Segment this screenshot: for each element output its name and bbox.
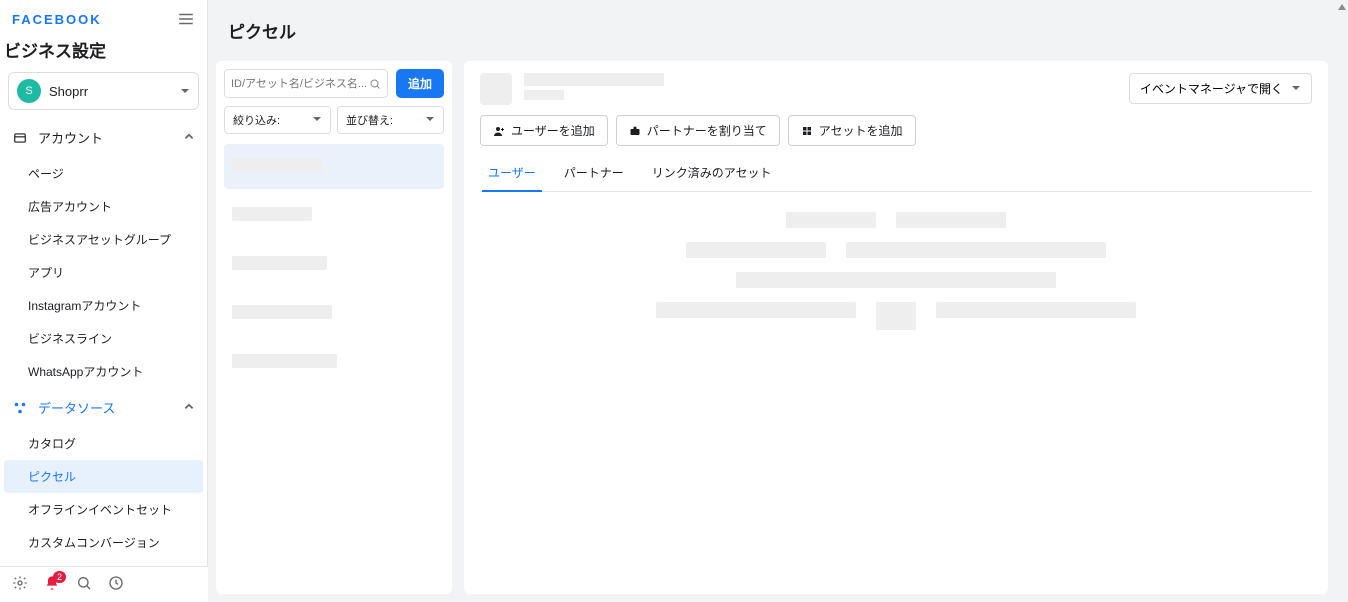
caret-down-icon — [312, 114, 322, 127]
accounts-icon — [12, 131, 28, 145]
sidebar-footer: 2 — [0, 566, 208, 602]
sidebar: FACEBOOK ビジネス設定 S Shoprr アカウント ページ 広告アカウ… — [0, 0, 208, 602]
section-accounts-label: アカウント — [38, 128, 183, 147]
facebook-logo: FACEBOOK — [12, 12, 195, 27]
search-icon[interactable] — [76, 575, 92, 594]
sidebar-item-business-lines[interactable]: ビジネスライン — [0, 322, 207, 355]
section-datasources-label: データソース — [38, 398, 183, 417]
list-item[interactable] — [224, 242, 444, 287]
assign-partners-button[interactable]: パートナーを割り当て — [616, 115, 780, 146]
vertical-scrollbar[interactable] — [1336, 0, 1348, 602]
sidebar-item-offline-events[interactable]: オフラインイベントセット — [0, 493, 207, 526]
add-user-label: ユーザーを追加 — [511, 122, 595, 139]
section-accounts[interactable]: アカウント — [0, 118, 207, 157]
add-asset-button[interactable]: アセットを追加 — [788, 115, 916, 146]
list-item[interactable] — [224, 144, 444, 189]
main-content: ピクセル 追加 絞り込み: 並び替え: — [208, 0, 1336, 602]
briefcase-icon — [629, 125, 641, 137]
business-selector[interactable]: S Shoprr — [8, 72, 199, 110]
search-icon — [369, 78, 381, 90]
caret-down-icon — [1291, 82, 1301, 96]
add-button[interactable]: 追加 — [396, 69, 444, 98]
sidebar-title: ビジネス設定 — [0, 31, 207, 72]
chevron-up-icon — [183, 130, 195, 145]
business-avatar: S — [17, 79, 41, 103]
search-input[interactable] — [231, 78, 369, 90]
pixel-title — [524, 73, 664, 100]
assign-partners-label: パートナーを割り当て — [647, 122, 767, 139]
redacted-content — [646, 212, 1145, 344]
filter-label: 絞り込み: — [233, 112, 280, 128]
caret-down-icon — [180, 84, 190, 99]
caret-down-icon — [425, 114, 435, 127]
business-name: Shoprr — [49, 84, 180, 99]
list-item[interactable] — [224, 193, 444, 238]
tab-linked-assets[interactable]: リンク済みのアセット — [650, 158, 774, 191]
search-box[interactable] — [224, 69, 388, 98]
sidebar-item-custom-conversions[interactable]: カスタムコンバージョン — [0, 526, 207, 559]
pixel-icon — [480, 73, 512, 105]
sidebar-item-pages[interactable]: ページ — [0, 157, 207, 190]
pixel-detail-panel: イベントマネージャで開く ユーザーを追加 パートナーを割り当て — [464, 61, 1328, 594]
sidebar-item-whatsapp[interactable]: WhatsAppアカウント — [0, 355, 207, 388]
sidebar-item-apps[interactable]: アプリ — [0, 256, 207, 289]
list-item[interactable] — [224, 340, 444, 385]
tab-partners[interactable]: パートナー — [562, 158, 626, 191]
sidebar-item-ad-accounts[interactable]: 広告アカウント — [0, 190, 207, 223]
history-icon[interactable] — [108, 575, 124, 594]
add-user-button[interactable]: ユーザーを追加 — [480, 115, 608, 146]
sidebar-item-instagram[interactable]: Instagramアカウント — [0, 289, 207, 322]
sidebar-item-asset-groups[interactable]: ビジネスアセットグループ — [0, 223, 207, 256]
settings-icon[interactable] — [12, 575, 28, 594]
chevron-up-icon — [183, 400, 195, 415]
sidebar-item-pixels[interactable]: ピクセル — [4, 460, 203, 493]
asset-icon — [801, 125, 813, 137]
sort-label: 並び替え: — [346, 112, 393, 128]
user-plus-icon — [493, 125, 505, 137]
filter-dropdown[interactable]: 絞り込み: — [224, 106, 331, 134]
list-item[interactable] — [224, 291, 444, 336]
pixel-list-panel: 追加 絞り込み: 並び替え: — [216, 61, 452, 594]
page-title: ピクセル — [208, 0, 1336, 61]
sort-dropdown[interactable]: 並び替え: — [337, 106, 444, 134]
tab-users[interactable]: ユーザー — [486, 158, 538, 191]
open-in-events-manager-button[interactable]: イベントマネージャで開く — [1129, 73, 1312, 104]
add-asset-label: アセットを追加 — [819, 122, 903, 139]
scroll-up-icon[interactable] — [1336, 0, 1348, 14]
open-manager-label: イベントマネージャで開く — [1140, 80, 1283, 97]
notification-badge: 2 — [53, 571, 66, 583]
section-datasources[interactable]: データソース — [0, 388, 207, 427]
datasources-icon — [12, 401, 28, 415]
hamburger-icon[interactable] — [177, 10, 195, 31]
notifications-icon[interactable]: 2 — [44, 575, 60, 594]
sidebar-item-catalogs[interactable]: カタログ — [0, 427, 207, 460]
